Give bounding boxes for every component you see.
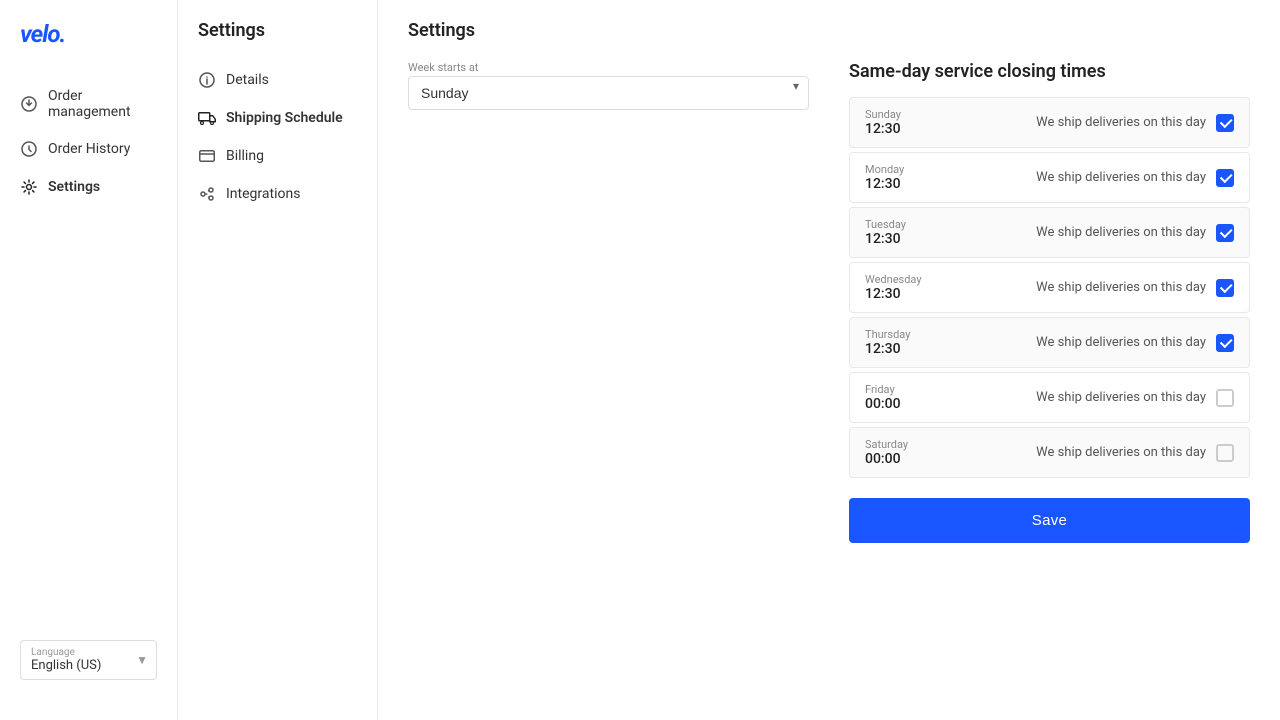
sidebar-item-order-history[interactable]: Order History [0, 130, 177, 168]
same-day-title: Same-day service closing times [849, 61, 1250, 82]
settings-nav-shipping-schedule[interactable]: Shipping Schedule [178, 99, 377, 137]
logo-text: velo. [20, 20, 65, 48]
ship-deliveries-label: We ship deliveries on this day [1036, 115, 1206, 130]
table-row: Thursday12:30We ship deliveries on this … [849, 317, 1250, 368]
download-icon [20, 95, 38, 113]
settings-nav-details[interactable]: Details [178, 61, 377, 99]
day-time: 12:30 [865, 286, 1036, 302]
integrations-icon [198, 185, 216, 203]
truck-icon [198, 109, 216, 127]
week-starts-select[interactable]: Sunday Monday [408, 76, 809, 110]
ship-deliveries-label: We ship deliveries on this day [1036, 335, 1206, 350]
ship-deliveries-label: We ship deliveries on this day [1036, 390, 1206, 405]
day-name: Thursday [865, 328, 1036, 341]
ship-checkbox[interactable] [1216, 389, 1234, 407]
left-column: Week starts at Sunday Monday ▾ [408, 61, 809, 543]
main-content: Settings Week starts at Sunday Monday ▾ … [378, 0, 1280, 720]
logo: velo. [0, 20, 177, 78]
day-time: 12:30 [865, 176, 1036, 192]
sidebar-item-order-management[interactable]: Order management [0, 78, 177, 130]
ship-checkbox[interactable] [1216, 169, 1234, 187]
day-name: Saturday [865, 438, 1036, 451]
sidebar-item-settings[interactable]: Settings [0, 168, 177, 206]
ship-checkbox[interactable] [1216, 334, 1234, 352]
settings-nav-shipping-label: Shipping Schedule [226, 110, 343, 126]
table-row: Sunday12:30We ship deliveries on this da… [849, 97, 1250, 148]
ship-deliveries-label: We ship deliveries on this day [1036, 225, 1206, 240]
settings-panel-title: Settings [178, 20, 377, 61]
day-info: Wednesday12:30 [865, 273, 1036, 302]
day-time: 00:00 [865, 451, 1036, 467]
settings-nav-integrations-label: Integrations [226, 186, 300, 202]
table-row: Saturday00:00We ship deliveries on this … [849, 427, 1250, 478]
day-info: Friday00:00 [865, 383, 1036, 412]
day-info: Thursday12:30 [865, 328, 1036, 357]
ship-deliveries-label: We ship deliveries on this day [1036, 445, 1206, 460]
settings-nav-details-label: Details [226, 72, 269, 88]
day-name: Wednesday [865, 273, 1036, 286]
day-time: 00:00 [865, 396, 1036, 412]
sidebar: velo. Order management Order History Set… [0, 0, 178, 720]
day-name: Friday [865, 383, 1036, 396]
table-row: Wednesday12:30We ship deliveries on this… [849, 262, 1250, 313]
ship-checkbox[interactable] [1216, 444, 1234, 462]
history-icon [20, 140, 38, 158]
ship-deliveries-label: We ship deliveries on this day [1036, 170, 1206, 185]
day-time: 12:30 [865, 231, 1036, 247]
day-info: Saturday00:00 [865, 438, 1036, 467]
language-value: English (US) [31, 658, 146, 673]
gear-icon [20, 178, 38, 196]
day-name: Tuesday [865, 218, 1036, 231]
columns-layout: Week starts at Sunday Monday ▾ Same-day … [408, 61, 1250, 543]
sidebar-label-order-history: Order History [48, 141, 130, 157]
day-info: Sunday12:30 [865, 108, 1036, 137]
day-name: Monday [865, 163, 1036, 176]
sidebar-label-order-management: Order management [48, 88, 157, 120]
settings-nav-integrations[interactable]: Integrations [178, 175, 377, 213]
week-starts-label: Week starts at [408, 61, 809, 74]
ship-deliveries-label: We ship deliveries on this day [1036, 280, 1206, 295]
ship-checkbox[interactable] [1216, 279, 1234, 297]
chevron-down-icon: ▼ [136, 653, 148, 667]
right-column: Same-day service closing times Sunday12:… [849, 61, 1250, 543]
day-time: 12:30 [865, 121, 1036, 137]
schedule-list: Sunday12:30We ship deliveries on this da… [849, 97, 1250, 478]
settings-panel: Settings Details Shipping Schedule [178, 0, 378, 720]
language-selector[interactable]: Language English (US) ▼ [20, 640, 157, 680]
language-label: Language [31, 647, 146, 658]
day-time: 12:30 [865, 341, 1036, 357]
ship-checkbox[interactable] [1216, 224, 1234, 242]
save-button[interactable]: Save [849, 498, 1250, 543]
table-row: Monday12:30We ship deliveries on this da… [849, 152, 1250, 203]
settings-nav-billing-label: Billing [226, 148, 264, 164]
day-name: Sunday [865, 108, 1036, 121]
table-row: Friday00:00We ship deliveries on this da… [849, 372, 1250, 423]
sidebar-label-settings: Settings [48, 179, 100, 195]
day-info: Tuesday12:30 [865, 218, 1036, 247]
content-title: Settings [408, 20, 1250, 41]
day-info: Monday12:30 [865, 163, 1036, 192]
table-row: Tuesday12:30We ship deliveries on this d… [849, 207, 1250, 258]
info-icon [198, 71, 216, 89]
week-starts-section: Week starts at Sunday Monday ▾ [408, 61, 809, 110]
week-starts-dropdown-wrapper: Week starts at Sunday Monday ▾ [408, 61, 809, 110]
card-icon [198, 147, 216, 165]
sidebar-footer: Language English (US) ▼ [0, 620, 177, 700]
save-button-wrapper: Save [849, 498, 1250, 543]
settings-nav-billing[interactable]: Billing [178, 137, 377, 175]
ship-checkbox[interactable] [1216, 114, 1234, 132]
